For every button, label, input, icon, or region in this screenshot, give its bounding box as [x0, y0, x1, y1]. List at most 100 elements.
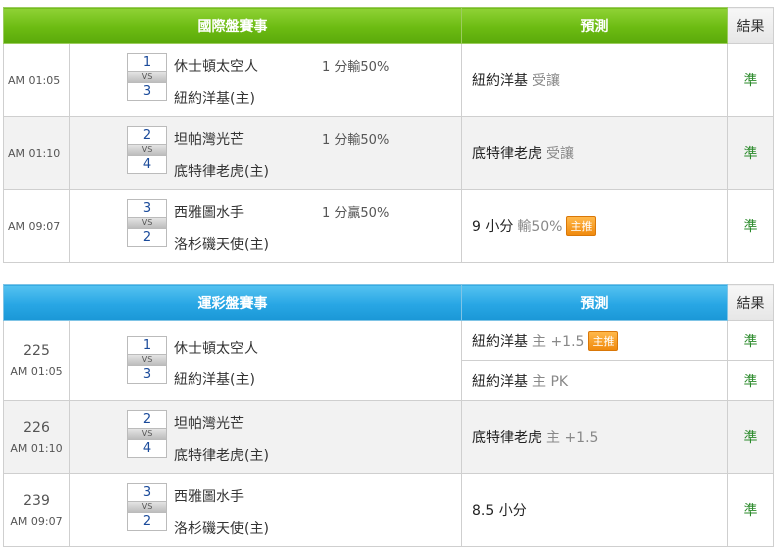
vs-label: VS	[127, 429, 167, 439]
team-home-link[interactable]: 洛杉磯天使(主)	[174, 518, 269, 538]
prediction-team: 9 小分	[472, 219, 514, 235]
home-number: 3	[127, 199, 167, 218]
table-row: AM 01:10 2 VS 4 坦帕灣光芒 底特律老虎(主) 1 分輸50% 底…	[3, 116, 774, 190]
prediction-team: 8.5 小分	[472, 503, 527, 519]
table-row: 225 AM 01:05 1 VS 3 休士頓太空人 紐約洋基(主) 紐約洋基主…	[3, 320, 774, 401]
team-away-link[interactable]: 坦帕灣光芒	[174, 413, 244, 433]
match-time: AM 01:10	[10, 441, 63, 455]
match-time: AM 09:07	[3, 189, 70, 263]
result-cell: 準	[727, 116, 774, 190]
match-time: AM 01:05	[10, 365, 63, 378]
lottery-header-row: 運彩盤賽事 預測 結果	[3, 284, 774, 321]
score-box: 1 VS 3	[127, 336, 167, 384]
result-cell: 準	[727, 473, 774, 547]
table-row: AM 09:07 3 VS 2 西雅圖水手 洛杉磯天使(主) 1 分贏50% 9…	[3, 189, 774, 263]
international-table: 國際盤賽事 預測 結果 AM 01:05 1 VS 3 休士頓太空人 紐約洋基(…	[3, 7, 774, 263]
match-time: AM 01:05	[3, 43, 70, 117]
game-code-cell: 239 AM 09:07	[3, 473, 70, 547]
prediction-team: 底特律老虎	[472, 430, 542, 446]
prediction-detail: 主 +1.5	[532, 333, 585, 350]
featured-badge: 主推	[588, 330, 619, 351]
away-number: 2	[127, 228, 167, 247]
team-home-link[interactable]: 紐約洋基(主)	[174, 88, 255, 108]
lottery-result-header: 結果	[727, 284, 774, 321]
prediction-detail: 受讓	[546, 146, 574, 162]
away-number: 3	[127, 365, 167, 384]
result-cell: 準	[727, 360, 774, 401]
prediction-detail: 主 +1.5	[546, 430, 599, 446]
team-away-link[interactable]: 坦帕灣光芒	[174, 129, 244, 149]
score-box: 3 VS 2	[127, 483, 167, 531]
team-home-link[interactable]: 紐約洋基(主)	[174, 369, 255, 389]
vs-label: VS	[127, 145, 167, 155]
prediction-team: 紐約洋基	[472, 333, 528, 350]
team-home-link[interactable]: 底特律老虎(主)	[174, 445, 269, 465]
result-cell: 準	[727, 189, 774, 263]
match-cell: 1 VS 3 休士頓太空人 紐約洋基(主) 1 分輸50%	[69, 43, 462, 117]
game-code-cell: 226 AM 01:10	[3, 400, 70, 474]
prediction-cell: 底特律老虎主 +1.5	[461, 400, 728, 474]
handicap-odds: 1 分輸50%	[322, 133, 390, 148]
game-code-cell: 225 AM 01:05	[3, 320, 70, 401]
away-number: 4	[127, 439, 167, 458]
match-cell: 1 VS 3 休士頓太空人 紐約洋基(主)	[69, 320, 462, 401]
team-away-link[interactable]: 休士頓太空人	[174, 56, 258, 76]
prediction-cell: 8.5 小分	[461, 473, 728, 547]
score-box: 2 VS 4	[127, 410, 167, 458]
prediction-cell: 底特律老虎 受讓	[461, 116, 728, 190]
result-cell: 準	[727, 320, 774, 361]
table-row: AM 01:05 1 VS 3 休士頓太空人 紐約洋基(主) 1 分輸50% 紐…	[3, 43, 774, 117]
away-number: 3	[127, 82, 167, 101]
prediction-detail: 輸50%	[517, 219, 563, 235]
prediction-cell: 紐約洋基主 PK	[461, 360, 728, 401]
prediction-cell: 紐約洋基主 +1.5 主推	[461, 320, 728, 361]
handicap-odds: 1 分贏50%	[322, 206, 390, 221]
game-code: 226	[23, 419, 50, 436]
home-number: 2	[127, 410, 167, 429]
vs-label: VS	[127, 355, 167, 365]
team-home-link[interactable]: 底特律老虎(主)	[174, 161, 269, 181]
home-number: 2	[127, 126, 167, 145]
handicap-odds: 1 分輸50%	[322, 60, 390, 75]
featured-badge: 主推	[566, 216, 597, 236]
home-number: 1	[127, 53, 167, 72]
lottery-prediction-header: 預測	[461, 284, 728, 321]
team-away-link[interactable]: 西雅圖水手	[174, 202, 244, 222]
prediction-detail: 受讓	[532, 73, 560, 89]
international-result-header: 結果	[727, 7, 774, 44]
team-away-link[interactable]: 休士頓太空人	[174, 338, 258, 358]
international-header-row: 國際盤賽事 預測 結果	[3, 7, 774, 44]
vs-label: VS	[127, 72, 167, 82]
away-number: 4	[127, 155, 167, 174]
score-box: 1 VS 3	[127, 53, 167, 101]
score-box: 3 VS 2	[127, 199, 167, 247]
prediction-team: 紐約洋基	[472, 73, 528, 89]
result-cell: 準	[727, 400, 774, 474]
vs-label: VS	[127, 502, 167, 512]
match-cell: 2 VS 4 坦帕灣光芒 底特律老虎(主)	[69, 400, 462, 474]
table-row: 239 AM 09:07 3 VS 2 西雅圖水手 洛杉磯天使(主) 8.5 小…	[3, 473, 774, 547]
result-cell: 準	[727, 43, 774, 117]
team-away-link[interactable]: 西雅圖水手	[174, 486, 244, 506]
vs-label: VS	[127, 218, 167, 228]
prediction-cell: 紐約洋基 受讓	[461, 43, 728, 117]
game-code: 239	[23, 492, 50, 509]
score-box: 2 VS 4	[127, 126, 167, 174]
match-cell: 3 VS 2 西雅圖水手 洛杉磯天使(主) 1 分贏50%	[69, 189, 462, 263]
prediction-detail: 主 PK	[532, 373, 569, 390]
international-event-header: 國際盤賽事	[3, 7, 462, 44]
lottery-event-header: 運彩盤賽事	[3, 284, 462, 321]
home-number: 3	[127, 483, 167, 502]
team-home-link[interactable]: 洛杉磯天使(主)	[174, 234, 269, 254]
home-number: 1	[127, 336, 167, 355]
prediction-team: 紐約洋基	[472, 373, 528, 390]
match-cell: 3 VS 2 西雅圖水手 洛杉磯天使(主)	[69, 473, 462, 547]
international-prediction-header: 預測	[461, 7, 728, 44]
table-row: 226 AM 01:10 2 VS 4 坦帕灣光芒 底特律老虎(主) 底特律老虎…	[3, 400, 774, 474]
match-cell: 2 VS 4 坦帕灣光芒 底特律老虎(主) 1 分輸50%	[69, 116, 462, 190]
prediction-cell: 9 小分 輸50% 主推	[461, 189, 728, 263]
match-time: AM 09:07	[10, 514, 63, 528]
away-number: 2	[127, 512, 167, 531]
match-time: AM 01:10	[3, 116, 70, 190]
game-code: 225	[23, 343, 50, 359]
